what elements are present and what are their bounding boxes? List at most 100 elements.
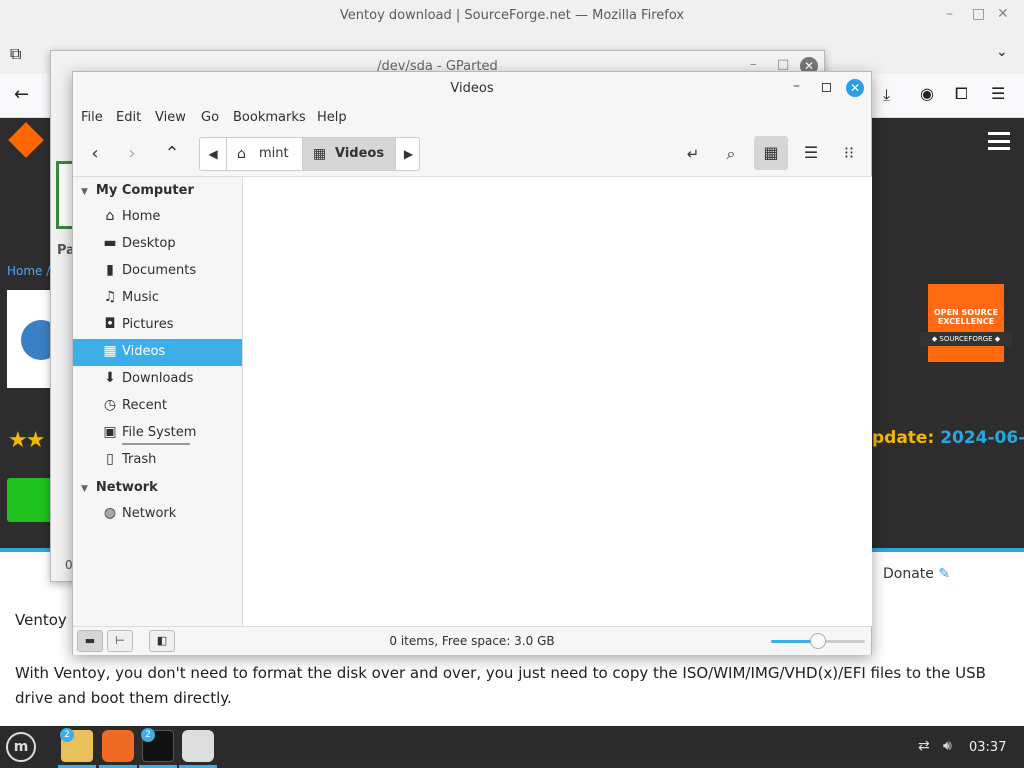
hamburger-menu-icon[interactable]: ☰ <box>991 84 1005 103</box>
donate-link[interactable]: Donate ✎ <box>883 566 950 582</box>
search-icon[interactable]: ⌕ <box>715 138 747 170</box>
sidebar-item-documents[interactable]: ▮ Documents <box>73 258 242 285</box>
clock-icon: ◷ <box>103 397 117 413</box>
sidebar-item-label: Trash <box>122 452 157 467</box>
maximize-icon[interactable] <box>822 83 831 92</box>
sidebar-item-recent[interactable]: ◷ Recent <box>73 393 242 420</box>
sidebar-section-my-computer[interactable]: ▼ My Computer <box>81 183 194 198</box>
account-icon[interactable]: ◉ <box>920 84 934 103</box>
extensions-icon[interactable]: ⧠ <box>955 84 968 104</box>
sidebar-item-home[interactable]: ⌂ Home <box>73 204 242 231</box>
section-label: Network <box>95 480 158 495</box>
close-icon[interactable]: ✕ <box>846 79 864 97</box>
zoom-slider-handle[interactable] <box>810 633 826 649</box>
minimize-icon[interactable]: – <box>750 57 757 72</box>
sidebar-item-label: Desktop <box>122 236 176 251</box>
taskbar: m 2 2 ⇄ 🔊︎ 03:37 <box>0 726 1024 768</box>
expander-down-icon[interactable]: ▼ <box>81 187 88 197</box>
camera-icon: ◘ <box>104 316 116 332</box>
expander-down-icon[interactable]: ▼ <box>81 484 88 494</box>
film-icon: ▦ <box>103 343 117 359</box>
description-paragraph: With Ventoy, you don't need to format th… <box>15 664 986 707</box>
maximize-icon[interactable]: □ <box>777 57 789 72</box>
titlebar[interactable]: Videos – ✕ <box>73 72 871 106</box>
list-view-icon[interactable]: ☰ <box>794 136 828 170</box>
maximize-icon[interactable]: □ <box>972 6 985 22</box>
sidebar-section-network[interactable]: ▼ Network <box>81 480 158 495</box>
window-title: Videos <box>450 81 494 96</box>
breadcrumb-videos[interactable]: ▦ Videos <box>302 138 395 170</box>
sidebar-item-file-system[interactable]: ▣ File System <box>73 420 242 447</box>
network-icon[interactable]: ⇄ <box>918 738 930 754</box>
download-icon[interactable]: ⤓ <box>883 85 890 105</box>
statusbar: ▬ ⊢ ◧ 0 items, Free space: 3.0 GB <box>73 626 871 655</box>
minimize-icon[interactable]: – <box>946 6 953 22</box>
back-arrow-icon[interactable]: ← <box>14 84 29 105</box>
site-menu-icon[interactable] <box>988 132 1010 150</box>
sidebar-item-trash[interactable]: ▯ Trash <box>73 447 242 474</box>
mint-menu-icon[interactable]: m <box>6 732 36 762</box>
document-icon: ▮ <box>106 262 114 278</box>
chevron-down-icon[interactable]: ⌄ <box>996 44 1008 60</box>
back-icon[interactable]: ‹ <box>79 138 111 170</box>
sidebar-item-network[interactable]: ◍ Network <box>73 501 242 528</box>
breadcrumb-mint[interactable]: ⌂ mint <box>226 138 302 170</box>
compact-view-icon[interactable]: ⁝⁝ <box>832 136 866 170</box>
up-icon[interactable]: ⌃ <box>156 138 188 170</box>
drive-icon: ▣ <box>103 424 117 440</box>
firefox-titlebar: Ventoy download | SourceForge.net — Mozi… <box>0 0 1024 34</box>
breadcrumb-mint-label: mint <box>259 146 289 161</box>
desktop-icon: ▬ <box>103 235 117 251</box>
music-icon: ♫ <box>103 289 117 305</box>
sidebar-item-desktop[interactable]: ▬ Desktop <box>73 231 242 258</box>
sidebar-item-label: Downloads <box>122 371 194 386</box>
site-breadcrumb[interactable]: Home / <box>7 264 50 278</box>
breadcrumb: ◀ ⌂ mint ▦ Videos ▶ <box>199 137 420 171</box>
sidebar-item-label: Network <box>122 506 177 521</box>
sidebar-item-label: Documents <box>122 263 197 278</box>
minimize-icon[interactable]: – <box>793 78 800 94</box>
volume-icon[interactable]: 🔊︎ <box>943 738 952 754</box>
project-icon <box>7 290 61 388</box>
sidebar-item-label: Home <box>122 209 161 224</box>
file-manager-window: Videos – ✕ File Edit View Go Bookmarks H… <box>72 71 872 655</box>
forward-icon[interactable]: › <box>116 138 148 170</box>
firefox-app-icon[interactable] <box>102 730 134 762</box>
menu-edit[interactable]: Edit <box>116 110 141 125</box>
home-icon: ⌂ <box>237 146 246 162</box>
sidebar-item-music[interactable]: ♫ Music <box>73 285 242 312</box>
menu-file[interactable]: File <box>81 110 103 125</box>
menu-view[interactable]: View <box>155 110 186 125</box>
toggle-location-icon[interactable]: ↵ <box>677 138 709 170</box>
menu-go[interactable]: Go <box>201 110 219 125</box>
sidebar-item-videos[interactable]: ▦ Videos <box>73 339 242 366</box>
badge-sub: ◆ SOURCEFORGE ◆ <box>920 332 1012 346</box>
gparted-app-icon[interactable] <box>182 730 214 762</box>
sidebar-item-pictures[interactable]: ◘ Pictures <box>73 312 242 339</box>
file-view[interactable] <box>243 176 872 626</box>
files-window-count: 2 <box>60 728 74 742</box>
donate-label[interactable]: Donate <box>883 566 934 582</box>
breadcrumb-right-icon[interactable]: ▶ <box>395 138 421 170</box>
tab-overview-icon[interactable]: ⧉ <box>10 44 21 64</box>
film-icon: ▦ <box>313 146 327 162</box>
last-update-date: 2024-06-0 <box>940 428 1024 448</box>
sidebar-item-label: Pictures <box>122 317 174 332</box>
status-text: 0 items, Free space: 3.0 GB <box>389 634 555 648</box>
sidebar-item-label: Recent <box>122 398 167 413</box>
download-button[interactable] <box>7 478 53 522</box>
disk-usage-bar <box>122 443 190 445</box>
menu-bookmarks[interactable]: Bookmarks <box>233 110 306 125</box>
toolbar: ‹ › ⌃ ◀ ⌂ mint ▦ Videos ▶ ↵ ⌕ <box>73 132 871 176</box>
sidebar-item-label: Videos <box>122 344 166 359</box>
home-icon: ⌂ <box>105 208 115 224</box>
menu-help[interactable]: Help <box>317 110 347 125</box>
sidebar-item-downloads[interactable]: ⬇ Downloads <box>73 366 242 393</box>
zoom-slider[interactable] <box>771 633 865 649</box>
icon-view-icon[interactable]: ▦ <box>754 136 788 170</box>
close-icon[interactable]: ✕ <box>997 6 1009 22</box>
menubar: File Edit View Go Bookmarks Help <box>73 106 871 132</box>
breadcrumb-left-icon[interactable]: ◀ <box>200 138 226 170</box>
external-link-icon: ✎ <box>938 566 951 582</box>
clock[interactable]: 03:37 <box>969 740 1006 755</box>
